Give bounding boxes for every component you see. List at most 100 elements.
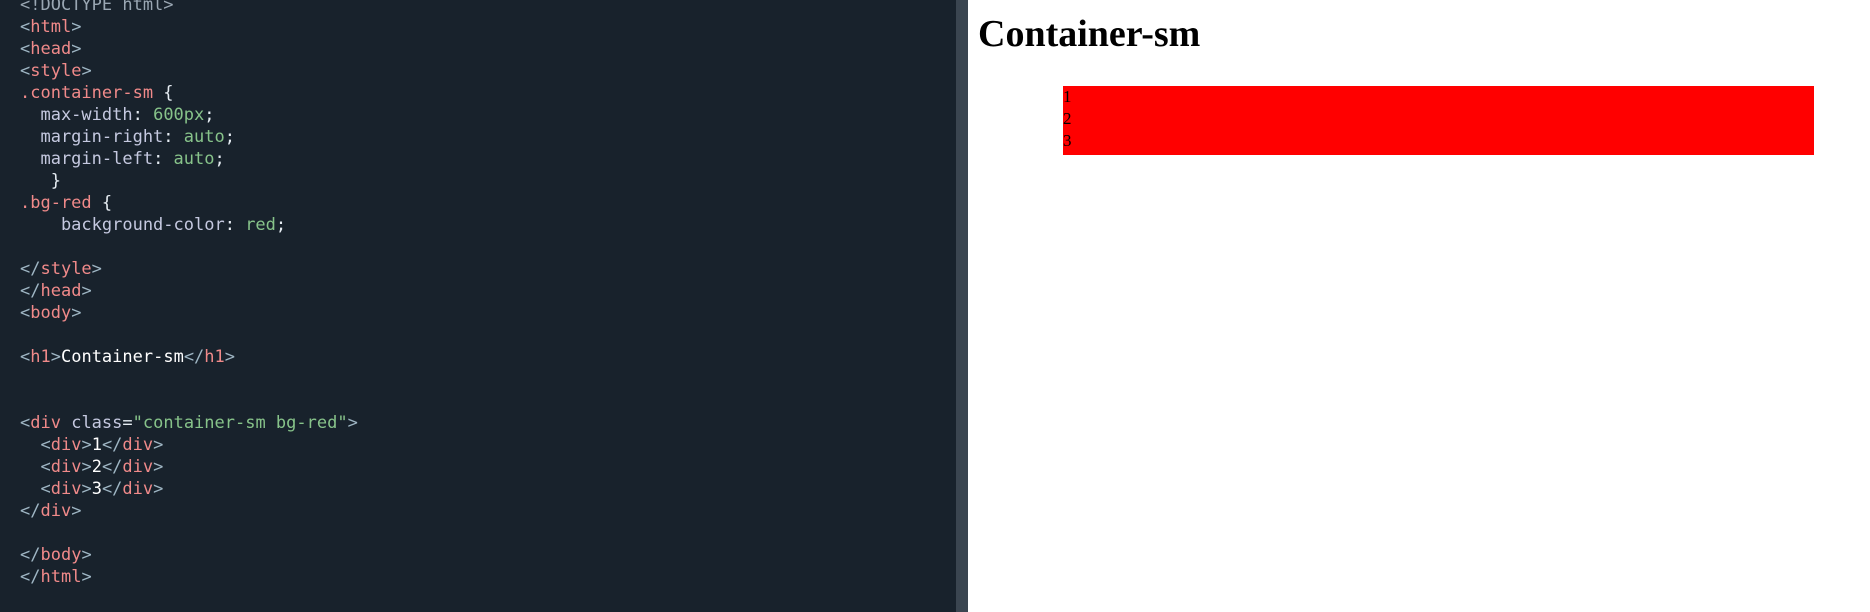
code-token: < xyxy=(20,435,51,455)
container-sm-box: 1 2 3 xyxy=(1063,86,1814,155)
code-token: { xyxy=(153,83,174,103)
code-line: </div> xyxy=(20,500,358,522)
code-token: </ xyxy=(20,567,41,587)
code-token: body xyxy=(40,545,82,565)
code-token: ; xyxy=(275,215,287,235)
code-token: </ xyxy=(20,281,41,301)
code-token: > xyxy=(71,303,82,323)
code-token: div xyxy=(122,435,154,455)
code-token: <!DOCTYPE html> xyxy=(20,0,174,15)
code-token: max-width xyxy=(20,105,133,125)
code-token: ; xyxy=(224,127,235,147)
code-token: div xyxy=(40,501,72,521)
code-token: : xyxy=(132,105,154,125)
code-token: 600px xyxy=(153,105,205,125)
code-token: < xyxy=(20,413,31,433)
code-line: <div>3</div> xyxy=(20,478,358,500)
code-line: <body> xyxy=(20,302,358,324)
code-token: > xyxy=(50,347,61,367)
code-token: > xyxy=(71,501,82,521)
code-token: style xyxy=(40,259,92,279)
code-token: > xyxy=(153,435,164,455)
code-token: > xyxy=(81,281,92,301)
code-token: 2 xyxy=(91,457,102,477)
code-line: <h1>Container-sm</h1> xyxy=(20,346,358,368)
code-token: auto xyxy=(173,149,215,169)
code-line: <style> xyxy=(20,60,358,82)
code-line: </style> xyxy=(20,258,358,280)
code-token: style xyxy=(30,61,82,81)
code-token: div xyxy=(122,457,154,477)
code-line: <div>2</div> xyxy=(20,456,358,478)
code-line: margin-right: auto; xyxy=(20,126,358,148)
code-token: > xyxy=(81,435,92,455)
code-token: : xyxy=(224,215,246,235)
code-editor[interactable]: <!DOCTYPE html> <html> <head> <style> .conta… xyxy=(0,0,956,612)
code-token: < xyxy=(20,17,31,37)
code-line: <head> xyxy=(20,38,358,60)
code-line: <div class="container-sm bg-red"> xyxy=(20,412,358,434)
code-token: > xyxy=(91,259,102,279)
code-line: </html> xyxy=(20,566,358,588)
code-token: .container-sm xyxy=(20,83,154,103)
code-token: div xyxy=(122,479,154,499)
code-token: > xyxy=(153,479,164,499)
code-token: body xyxy=(30,303,72,323)
code-token: </ xyxy=(20,501,41,521)
code-text[interactable]: <!DOCTYPE html> <html> <head> <style> .conta… xyxy=(20,0,358,588)
code-token: { xyxy=(91,193,113,213)
code-token: </ xyxy=(101,479,123,499)
code-token: 1 xyxy=(91,435,102,455)
pane-splitter[interactable] xyxy=(956,0,968,612)
code-line: <!DOCTYPE html> xyxy=(20,0,358,16)
code-line: .bg-red { xyxy=(20,192,358,214)
code-line: <div>1</div> xyxy=(20,434,358,456)
code-token: > xyxy=(71,17,82,37)
code-line: margin-left: auto; xyxy=(20,148,358,170)
preview-item-1: 1 xyxy=(1063,87,1072,106)
code-line: </head> xyxy=(20,280,358,302)
code-token: : xyxy=(163,127,184,147)
code-token: div xyxy=(30,413,61,433)
code-token: html xyxy=(40,567,82,587)
code-token: head xyxy=(30,39,72,59)
preview-heading: Container-sm xyxy=(978,13,1201,55)
code-token: > xyxy=(347,413,358,433)
code-token: h1 xyxy=(30,347,51,367)
code-token: div xyxy=(50,457,82,477)
code-token: } xyxy=(20,171,61,191)
code-token: > xyxy=(153,457,164,477)
code-token: = xyxy=(122,413,133,433)
code-token: background-color xyxy=(20,215,225,235)
code-token: > xyxy=(81,567,92,587)
code-token: ; xyxy=(214,149,225,169)
code-token: > xyxy=(81,61,92,81)
code-token: < xyxy=(20,61,31,81)
code-token: < xyxy=(20,39,31,59)
code-token: </ xyxy=(183,347,205,367)
code-token: 3 xyxy=(91,479,102,499)
code-line: <html> xyxy=(20,16,358,38)
code-token: < xyxy=(20,347,31,367)
code-token: class xyxy=(60,413,123,433)
preview-pane: Container-sm 1 2 3 xyxy=(968,0,1870,612)
preview-item-3: 3 xyxy=(1063,131,1072,150)
code-token: div xyxy=(50,479,82,499)
code-token: "container-sm bg-red" xyxy=(132,413,348,433)
code-token: </ xyxy=(101,457,123,477)
code-token: margin-left xyxy=(20,149,154,169)
code-token: > xyxy=(71,39,82,59)
code-line: max-width: 600px; xyxy=(20,104,358,126)
code-token: < xyxy=(20,479,51,499)
code-token: red xyxy=(245,215,276,235)
code-token: .bg-red xyxy=(20,193,92,213)
code-token: head xyxy=(40,281,82,301)
code-token: > xyxy=(81,545,92,565)
code-token: ; xyxy=(204,105,215,125)
code-token: h1 xyxy=(204,347,225,367)
preview-item-2: 2 xyxy=(1063,109,1072,128)
code-line: } xyxy=(20,170,358,192)
